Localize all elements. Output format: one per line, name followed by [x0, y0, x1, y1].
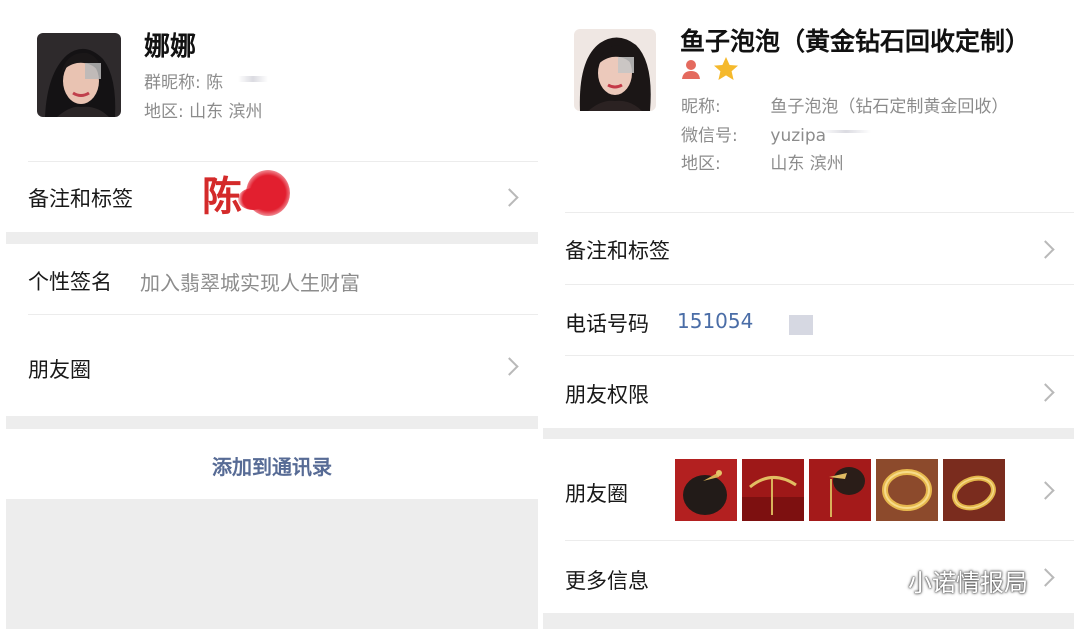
region-line: 地区: 山东 滨州	[144, 97, 263, 122]
phone-row[interactable]: 电话号码 151054	[543, 285, 1074, 355]
group-nickname-line: 群昵称: 陈	[144, 68, 223, 93]
nickname-label: 昵称:	[681, 97, 721, 117]
person-icon	[681, 58, 701, 80]
handwritten-annotation: 陈	[202, 174, 242, 220]
contact-name: 娜娜	[144, 32, 197, 62]
signature-row: 个性签名 加入翡翠城实现人生财富	[6, 244, 538, 314]
remark-tags-row[interactable]: 备注和标签	[543, 213, 1074, 284]
nickname-value: 鱼子泡泡（钻石定制黄金回收）	[770, 97, 1009, 117]
region-label: 地区:	[144, 102, 184, 122]
moments-thumbnail	[809, 459, 871, 521]
nickname-line: 昵称: 鱼子泡泡（钻石定制黄金回收）	[681, 92, 1008, 117]
phone-number[interactable]: 151054	[677, 309, 753, 333]
region-value: 山东 滨州	[189, 102, 263, 122]
chevron-right-icon	[500, 188, 519, 207]
bottom-background	[543, 613, 1074, 629]
chevron-right-icon	[1036, 383, 1055, 402]
section-gap	[6, 416, 538, 429]
region-value: 山东 滨州	[770, 154, 844, 174]
moments-label: 朋友圈	[565, 482, 628, 506]
moments-thumbnail	[742, 459, 804, 521]
chevron-right-icon	[500, 357, 519, 376]
friend-permissions-label: 朋友权限	[565, 383, 649, 407]
wechat-id-value: yuzipa	[770, 126, 827, 146]
star-icon	[713, 56, 739, 82]
section-gap	[6, 232, 538, 244]
avatar[interactable]	[574, 29, 656, 111]
chevron-right-icon	[1036, 568, 1055, 587]
group-nickname-value: 陈	[206, 73, 224, 93]
region-label: 地区:	[681, 154, 721, 174]
remark-tags-label: 备注和标签	[28, 187, 133, 211]
signature-value: 加入翡翠城实现人生财富	[140, 271, 360, 295]
region-line: 地区: 山东 滨州	[681, 149, 844, 174]
left-profile-panel: 娜娜 群昵称: 陈 地区: 山东 滨州 备注和标签 陈 个性签名 加入翡翠城实现…	[6, 0, 538, 629]
privacy-blur	[821, 130, 871, 133]
watermark-text: 小诺情报局	[908, 569, 1028, 597]
section-gap	[543, 428, 1074, 439]
remark-tags-label: 备注和标签	[565, 239, 670, 263]
red-redaction-mark	[238, 188, 268, 210]
add-to-contacts-button[interactable]: 添加到通讯录	[6, 451, 538, 480]
friend-permissions-row[interactable]: 朋友权限	[543, 356, 1074, 428]
moments-thumbnail	[943, 459, 1005, 521]
moments-thumbnail	[675, 459, 737, 521]
group-nickname-label: 群昵称:	[144, 73, 201, 93]
remark-tags-row[interactable]: 备注和标签 陈	[6, 162, 538, 232]
wechat-logo-icon	[862, 560, 902, 594]
wechat-id-line: 微信号: yuzipa	[681, 121, 826, 146]
moments-row[interactable]: 朋友圈	[543, 439, 1074, 540]
chevron-right-icon	[1036, 240, 1055, 259]
moments-label: 朋友圈	[28, 358, 91, 382]
right-profile-panel: 鱼子泡泡（黄金钻石回收定制） 昵称: 鱼子泡泡（钻石定制黄金回收） 微信号: y…	[543, 0, 1074, 629]
chevron-right-icon	[1036, 481, 1055, 500]
moments-row[interactable]: 朋友圈	[6, 315, 538, 416]
privacy-blur	[789, 315, 813, 335]
moments-thumbnail	[876, 459, 938, 521]
wechat-id-label: 微信号:	[681, 126, 738, 146]
more-info-label: 更多信息	[565, 569, 649, 593]
contact-name: 鱼子泡泡（黄金钻石回收定制）	[680, 27, 1031, 56]
phone-label: 电话号码	[565, 312, 649, 336]
bottom-background	[6, 499, 538, 629]
signature-label: 个性签名	[28, 270, 112, 294]
avatar[interactable]	[37, 33, 121, 117]
privacy-blur	[238, 76, 268, 82]
